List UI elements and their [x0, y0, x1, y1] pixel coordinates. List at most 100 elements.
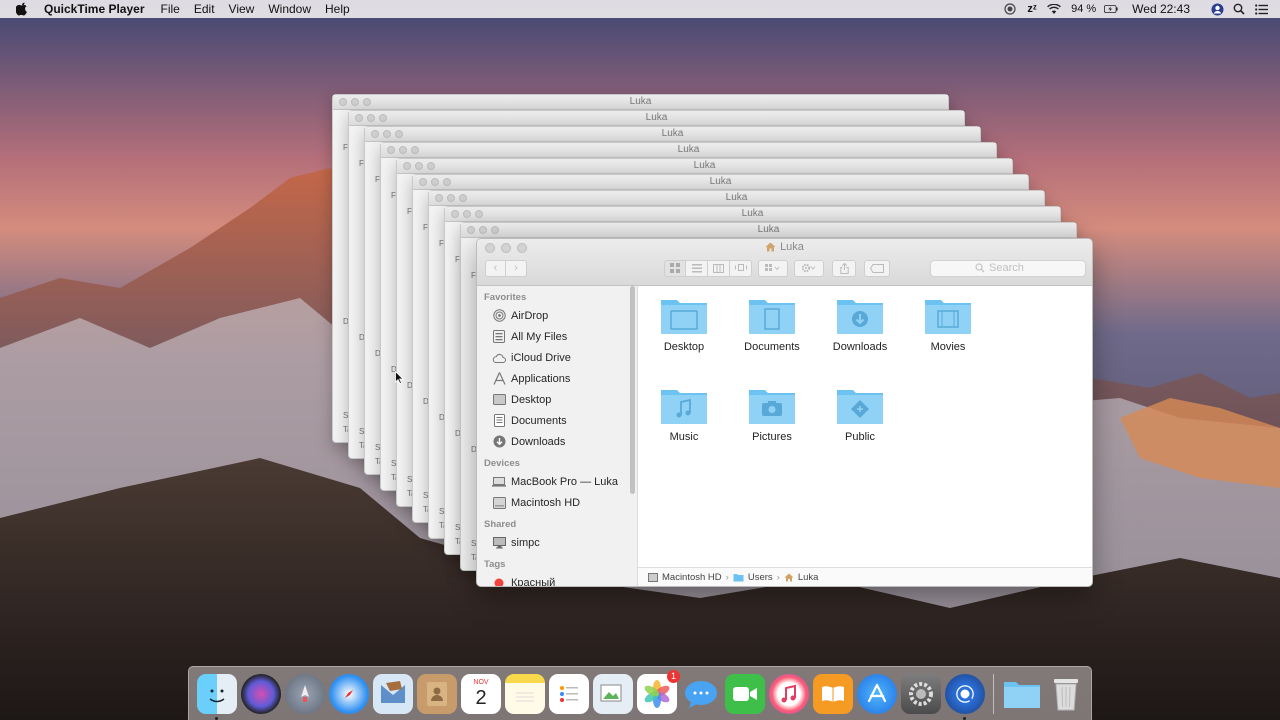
menu-view[interactable]: View — [229, 2, 255, 16]
menu-help[interactable]: Help — [325, 2, 350, 16]
desktop-icon — [492, 393, 506, 407]
pictures-folder-icon — [749, 390, 795, 424]
system-preferences-dock-icon[interactable] — [901, 673, 941, 714]
preview-dock-icon[interactable] — [593, 673, 633, 714]
stacked-window-titlebar[interactable]: Luka — [461, 223, 1076, 238]
user-avatar-icon[interactable] — [1210, 2, 1224, 16]
sidebar-item-label: All My Files — [511, 330, 568, 343]
sidebar-item-macbook-pro[interactable]: MacBook Pro — Luka — [477, 471, 637, 492]
itunes-dock-icon[interactable] — [769, 673, 809, 714]
path-item-luka[interactable]: Luka — [798, 572, 819, 583]
list-view-button[interactable] — [686, 259, 708, 277]
arrange-button[interactable] — [758, 259, 788, 277]
sidebar-item-macintosh-hd[interactable]: Macintosh HD — [477, 492, 637, 513]
column-view-button[interactable] — [708, 259, 730, 277]
stacked-window-title: Luka — [741, 208, 764, 219]
path-separator-icon: › — [776, 571, 780, 583]
forward-button[interactable]: › — [506, 259, 527, 277]
sidebar-item-simpc[interactable]: simpc — [477, 532, 637, 553]
sidebar-item-label: Красный — [511, 576, 556, 587]
sidebar-item-desktop[interactable]: Desktop — [477, 389, 637, 410]
folder-label: Documents — [744, 341, 800, 353]
folder-documents[interactable]: Documents — [732, 294, 812, 353]
trash-dock-icon[interactable] — [1046, 674, 1086, 714]
stacked-window-title: Luka — [725, 192, 748, 203]
documents-folder-icon — [749, 300, 795, 334]
stacked-window-titlebar[interactable]: Luka — [333, 95, 948, 110]
finder-sidebar: Favorites AirDrop All My Files iCloud Dr… — [477, 286, 638, 586]
menu-edit[interactable]: Edit — [194, 2, 215, 16]
folder-label: Music — [669, 431, 699, 443]
icon-view-button[interactable] — [664, 259, 686, 277]
tags-button[interactable] — [864, 259, 890, 277]
apple-menu-icon[interactable] — [16, 2, 30, 16]
sidebar-item-icloud-drive[interactable]: iCloud Drive — [477, 347, 637, 368]
folder-downloads[interactable]: Downloads — [820, 294, 900, 353]
reminders-dock-icon[interactable] — [549, 673, 589, 714]
folder-desktop[interactable]: Desktop — [644, 294, 724, 353]
hard-drive-icon — [648, 572, 658, 582]
menu-app-name[interactable]: QuickTime Player — [44, 2, 145, 16]
menu-file[interactable]: File — [161, 2, 180, 16]
stacked-window-titlebar[interactable]: Luka — [429, 191, 1044, 206]
stacked-window-titlebar[interactable]: Luka — [365, 127, 980, 142]
cloud-icon — [492, 351, 506, 365]
window-title: Luka — [780, 241, 804, 253]
share-button[interactable] — [832, 259, 856, 277]
wifi-icon[interactable] — [1047, 2, 1061, 16]
battery-percent[interactable]: 94 % — [1071, 3, 1096, 15]
path-item-users[interactable]: Users — [748, 572, 773, 583]
sidebar-item-applications[interactable]: Applications — [477, 368, 637, 389]
folder-music[interactable]: Music — [644, 384, 724, 443]
icon-view-icon — [670, 263, 680, 273]
notification-center-icon[interactable] — [1254, 2, 1268, 16]
siri-dock-icon[interactable] — [241, 673, 281, 714]
stacked-window-titlebar[interactable]: Luka — [413, 175, 1028, 190]
sidebar-item-tag-red[interactable]: Красный — [477, 572, 637, 586]
notes-dock-icon[interactable] — [505, 673, 545, 714]
mail-dock-icon[interactable] — [373, 673, 413, 714]
path-item-macintosh-hd[interactable]: Macintosh HD — [662, 572, 722, 583]
app-store-dock-icon[interactable] — [857, 673, 897, 714]
folder-public[interactable]: Public — [820, 384, 900, 443]
facetime-dock-icon[interactable] — [725, 673, 765, 714]
ibooks-dock-icon[interactable] — [813, 673, 853, 714]
stacked-window-titlebar[interactable]: Luka — [397, 159, 1012, 174]
stacked-window-titlebar[interactable]: Luka — [381, 143, 996, 158]
coverflow-view-button[interactable] — [730, 259, 752, 277]
home-icon — [765, 242, 776, 252]
back-button[interactable]: ‹ — [485, 259, 506, 277]
menu-bar: QuickTime Player File Edit View Window H… — [0, 0, 1280, 18]
spotlight-icon[interactable] — [1232, 2, 1246, 16]
calendar-month: NOV — [473, 679, 489, 686]
menu-window[interactable]: Window — [268, 2, 311, 16]
folder-movies[interactable]: Movies — [908, 294, 988, 353]
launchpad-dock-icon[interactable] — [285, 673, 325, 714]
folder-pictures[interactable]: Pictures — [732, 384, 812, 443]
stacked-window-titlebar[interactable]: Luka — [445, 207, 1060, 222]
quicktime-dock-icon[interactable] — [945, 673, 985, 720]
finder-titlebar[interactable]: Luka ‹ › Search — [477, 239, 1092, 286]
sidebar-scrollbar[interactable] — [630, 286, 635, 494]
downloads-folder-icon — [837, 300, 883, 334]
sidebar-item-documents[interactable]: Documents — [477, 410, 637, 431]
stacked-window-titlebar[interactable]: Luka — [349, 111, 964, 126]
sidebar-item-downloads[interactable]: Downloads — [477, 431, 637, 452]
finder-dock-icon[interactable] — [197, 673, 237, 720]
stacked-window-title: Luka — [693, 160, 716, 171]
sidebar-item-airdrop[interactable]: AirDrop — [477, 305, 637, 326]
menu-clock[interactable]: Wed 22:43 — [1132, 2, 1190, 16]
contacts-dock-icon[interactable] — [417, 673, 457, 714]
battery-icon[interactable] — [1104, 2, 1118, 16]
search-field[interactable]: Search — [930, 259, 1086, 277]
sidebar-item-all-my-files[interactable]: All My Files — [477, 326, 637, 347]
photos-dock-icon[interactable]: 1 — [637, 669, 680, 714]
sleep-icon[interactable]: zᶻ — [1025, 2, 1039, 16]
action-button[interactable] — [794, 259, 824, 277]
downloads-stack-dock-icon[interactable] — [1002, 674, 1042, 714]
record-icon[interactable] — [1003, 2, 1017, 16]
safari-dock-icon[interactable] — [329, 673, 369, 714]
stacked-window-title: Luka — [757, 224, 780, 235]
calendar-dock-icon[interactable]: NOV 2 — [461, 673, 501, 714]
messages-dock-icon[interactable] — [681, 674, 721, 714]
